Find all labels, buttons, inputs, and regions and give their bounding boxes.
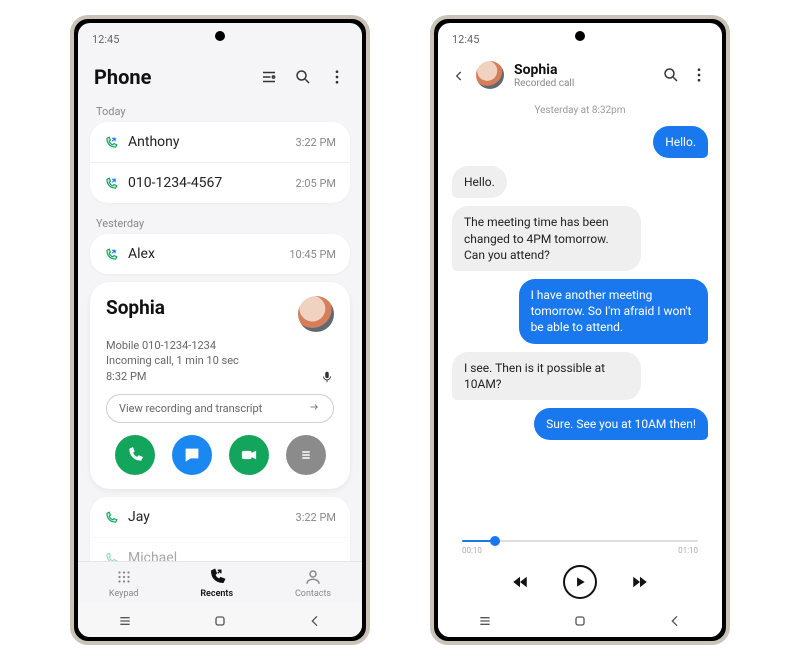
transcript-mockup: 12:45 Sophia Recorded call Yesterday at …: [430, 15, 730, 645]
call-row[interactable]: Jay 3:22 PM: [90, 497, 350, 537]
more-icon[interactable]: [328, 68, 346, 86]
tab-recents[interactable]: Recents: [200, 568, 233, 599]
timestamp: Yesterday at 8:32pm: [438, 105, 722, 116]
page-title: Phone: [94, 65, 260, 89]
call-time: 3:22 PM: [296, 511, 336, 524]
tab-keypad[interactable]: Keypad: [109, 568, 139, 599]
outgoing-call-icon: [104, 510, 118, 524]
camera-hole: [575, 31, 585, 41]
mic-icon: [320, 370, 334, 384]
detail-name: Sophia: [106, 296, 165, 319]
contact-name: Sophia: [514, 62, 652, 78]
message-bubble-other[interactable]: Hello.: [452, 166, 507, 198]
call-row[interactable]: Alex 10:45 PM: [90, 234, 350, 274]
contacts-icon: [304, 568, 322, 586]
today-card: Anthony 3:22 PM 010-1234-4567 2:05 PM: [90, 122, 350, 203]
detail-duration: Incoming call, 1 min 10 sec: [106, 353, 320, 368]
detail-number: Mobile 010-1234-1234: [106, 338, 320, 353]
nav-back-icon[interactable]: [307, 613, 323, 629]
nav-recents-icon[interactable]: [117, 613, 133, 629]
message-bubble-self[interactable]: Sure. See you at 10AM then!: [534, 408, 708, 440]
system-nav: [438, 603, 722, 637]
avatar[interactable]: [298, 296, 334, 332]
call-name: Anthony: [128, 134, 286, 150]
tab-label: Keypad: [109, 589, 139, 599]
call-name: Jay: [128, 509, 286, 525]
nav-home-icon[interactable]: [572, 613, 588, 629]
message-bubble-self[interactable]: I have another meeting tomorrow. So I'm …: [519, 279, 708, 344]
total-time: 01:10: [678, 546, 698, 555]
forward-icon[interactable]: [631, 573, 649, 591]
outgoing-call-icon: [104, 135, 118, 149]
tab-contacts[interactable]: Contacts: [295, 568, 331, 599]
transcript-label: View recording and transcript: [119, 402, 262, 415]
call-detail-card: Sophia Mobile 010-1234-1234 Incoming cal…: [90, 282, 350, 489]
phone-app-mockup: 12:45 Phone Today: [70, 15, 370, 645]
tab-label: Contacts: [295, 589, 331, 599]
message-bubble-other[interactable]: The meeting time has been changed to 4PM…: [452, 206, 641, 271]
call-button[interactable]: [115, 435, 155, 475]
search-icon[interactable]: [662, 66, 680, 84]
keypad-icon: [115, 568, 133, 586]
play-button[interactable]: [563, 565, 597, 599]
call-time: 2:05 PM: [296, 177, 336, 190]
audio-player: 00:10 01:10: [438, 522, 722, 603]
more-icon[interactable]: [690, 66, 708, 84]
nav-back-icon[interactable]: [667, 613, 683, 629]
app-header: Phone: [78, 57, 362, 99]
video-call-button[interactable]: [229, 435, 269, 475]
recents-icon: [208, 568, 226, 586]
rewind-icon[interactable]: [511, 573, 529, 591]
transcript-body: Hello. Hello. The meeting time has been …: [438, 126, 722, 440]
message-button[interactable]: [172, 435, 212, 475]
filter-icon[interactable]: [260, 68, 278, 86]
elapsed-time: 00:10: [462, 546, 482, 555]
arrow-right-icon: [307, 402, 321, 415]
call-row[interactable]: 010-1234-4567 2:05 PM: [90, 162, 350, 203]
call-name: Michael: [128, 550, 326, 561]
seek-track[interactable]: [462, 540, 698, 542]
section-yesterday: Yesterday: [90, 211, 350, 234]
call-name: 010-1234-4567: [128, 175, 286, 191]
nav-recents-icon[interactable]: [477, 613, 493, 629]
tab-label: Recents: [200, 589, 233, 599]
call-row[interactable]: Anthony 3:22 PM: [90, 122, 350, 162]
call-name: Alex: [128, 246, 279, 262]
outgoing-call-icon: [104, 176, 118, 190]
avatar[interactable]: [476, 61, 504, 89]
search-icon[interactable]: [294, 68, 312, 86]
message-bubble-self[interactable]: Hello.: [653, 126, 708, 158]
seek-thumb[interactable]: [490, 536, 500, 546]
info-button[interactable]: [286, 435, 326, 475]
transcript-header: Sophia Recorded call: [438, 57, 722, 95]
yesterday-card: Alex 10:45 PM: [90, 234, 350, 274]
more-card: Jay 3:22 PM Michael: [90, 497, 350, 561]
detail-time: 8:32 PM: [106, 369, 320, 384]
system-nav: [78, 603, 362, 637]
back-icon[interactable]: [452, 68, 466, 82]
section-today: Today: [90, 99, 350, 122]
outgoing-call-icon: [104, 551, 118, 561]
bottom-tabs: Keypad Recents Contacts: [78, 561, 362, 603]
call-row[interactable]: Michael: [90, 537, 350, 561]
call-time: 10:45 PM: [289, 248, 336, 261]
view-transcript-button[interactable]: View recording and transcript: [106, 394, 334, 423]
clock: 12:45: [92, 33, 119, 46]
clock: 12:45: [452, 33, 479, 46]
camera-hole: [215, 31, 225, 41]
message-bubble-other[interactable]: I see. Then is it possible at 10AM?: [452, 352, 641, 400]
header-subtitle: Recorded call: [514, 78, 652, 89]
nav-home-icon[interactable]: [212, 613, 228, 629]
outgoing-call-icon: [104, 247, 118, 261]
call-time: 3:22 PM: [296, 136, 336, 149]
